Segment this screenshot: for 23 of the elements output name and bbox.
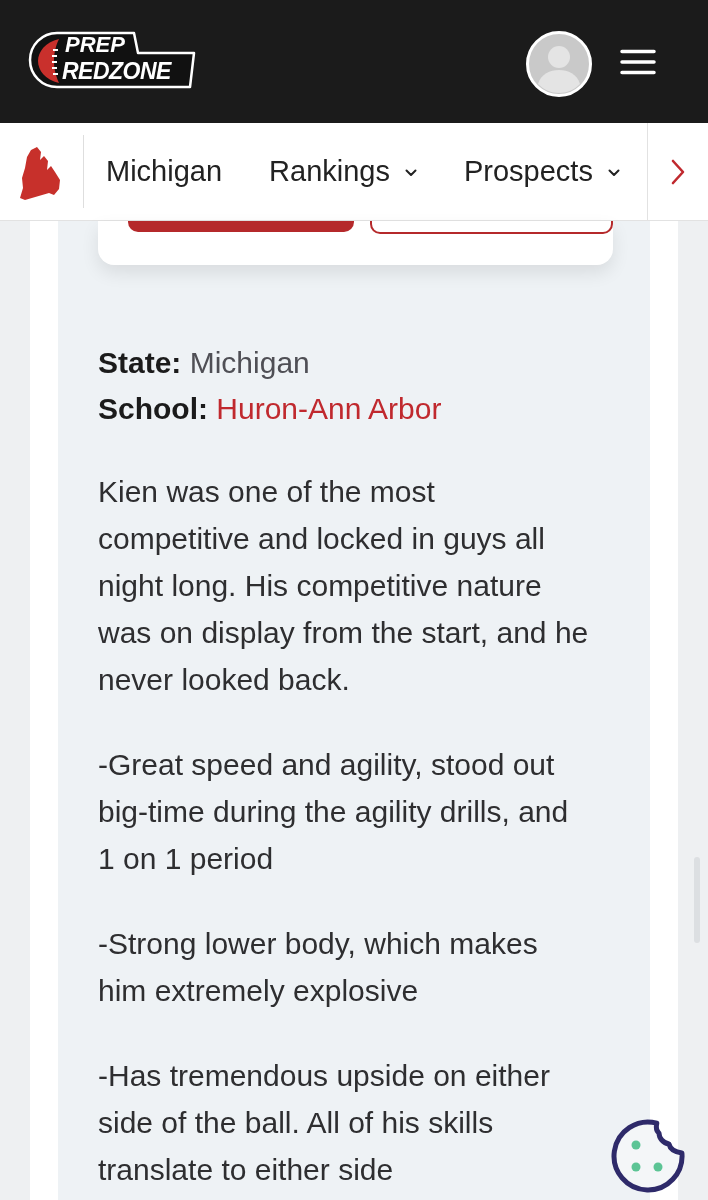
state-map-icon[interactable] — [20, 146, 62, 201]
menu-icon[interactable] — [620, 48, 656, 75]
chevron-down-icon — [404, 168, 417, 177]
logo-text: REDZONE — [62, 59, 171, 83]
field-label: School: — [98, 392, 208, 425]
nav-link[interactable]: Prospects — [463, 155, 620, 188]
paragraph: -Strong lower body, which makes him extremely explosive — [98, 926, 539, 1009]
logo-text: PREP — [65, 33, 125, 56]
field-label: State: — [98, 346, 182, 379]
paragraph: -Has tremendous upside on either side of the ball. All of his skills translate to either side — [98, 1058, 551, 1188]
school-link[interactable]: Huron-Ann Arbor — [216, 392, 442, 425]
chevron-right-icon[interactable] — [671, 158, 685, 185]
nav-link[interactable]: Rankings — [269, 155, 417, 188]
paragraph: Kien was one of the most competitive and locked in guys all night long. His competitive nature was on display from the start, and he never looked back. — [98, 474, 590, 698]
football-icon — [38, 38, 59, 83]
secondary-button[interactable] — [370, 221, 613, 234]
avatar-icon[interactable] — [526, 31, 592, 97]
logo-badge[interactable] — [28, 29, 196, 90]
paragraph: -Great speed and agility, stood out big-time during the agility drills, and 1 on 1 period — [98, 747, 570, 877]
cookie-icon[interactable] — [609, 1117, 687, 1195]
field-value: Michigan — [189, 346, 310, 379]
nav-link[interactable]: Michigan — [106, 155, 223, 188]
chevron-down-icon — [607, 168, 620, 177]
